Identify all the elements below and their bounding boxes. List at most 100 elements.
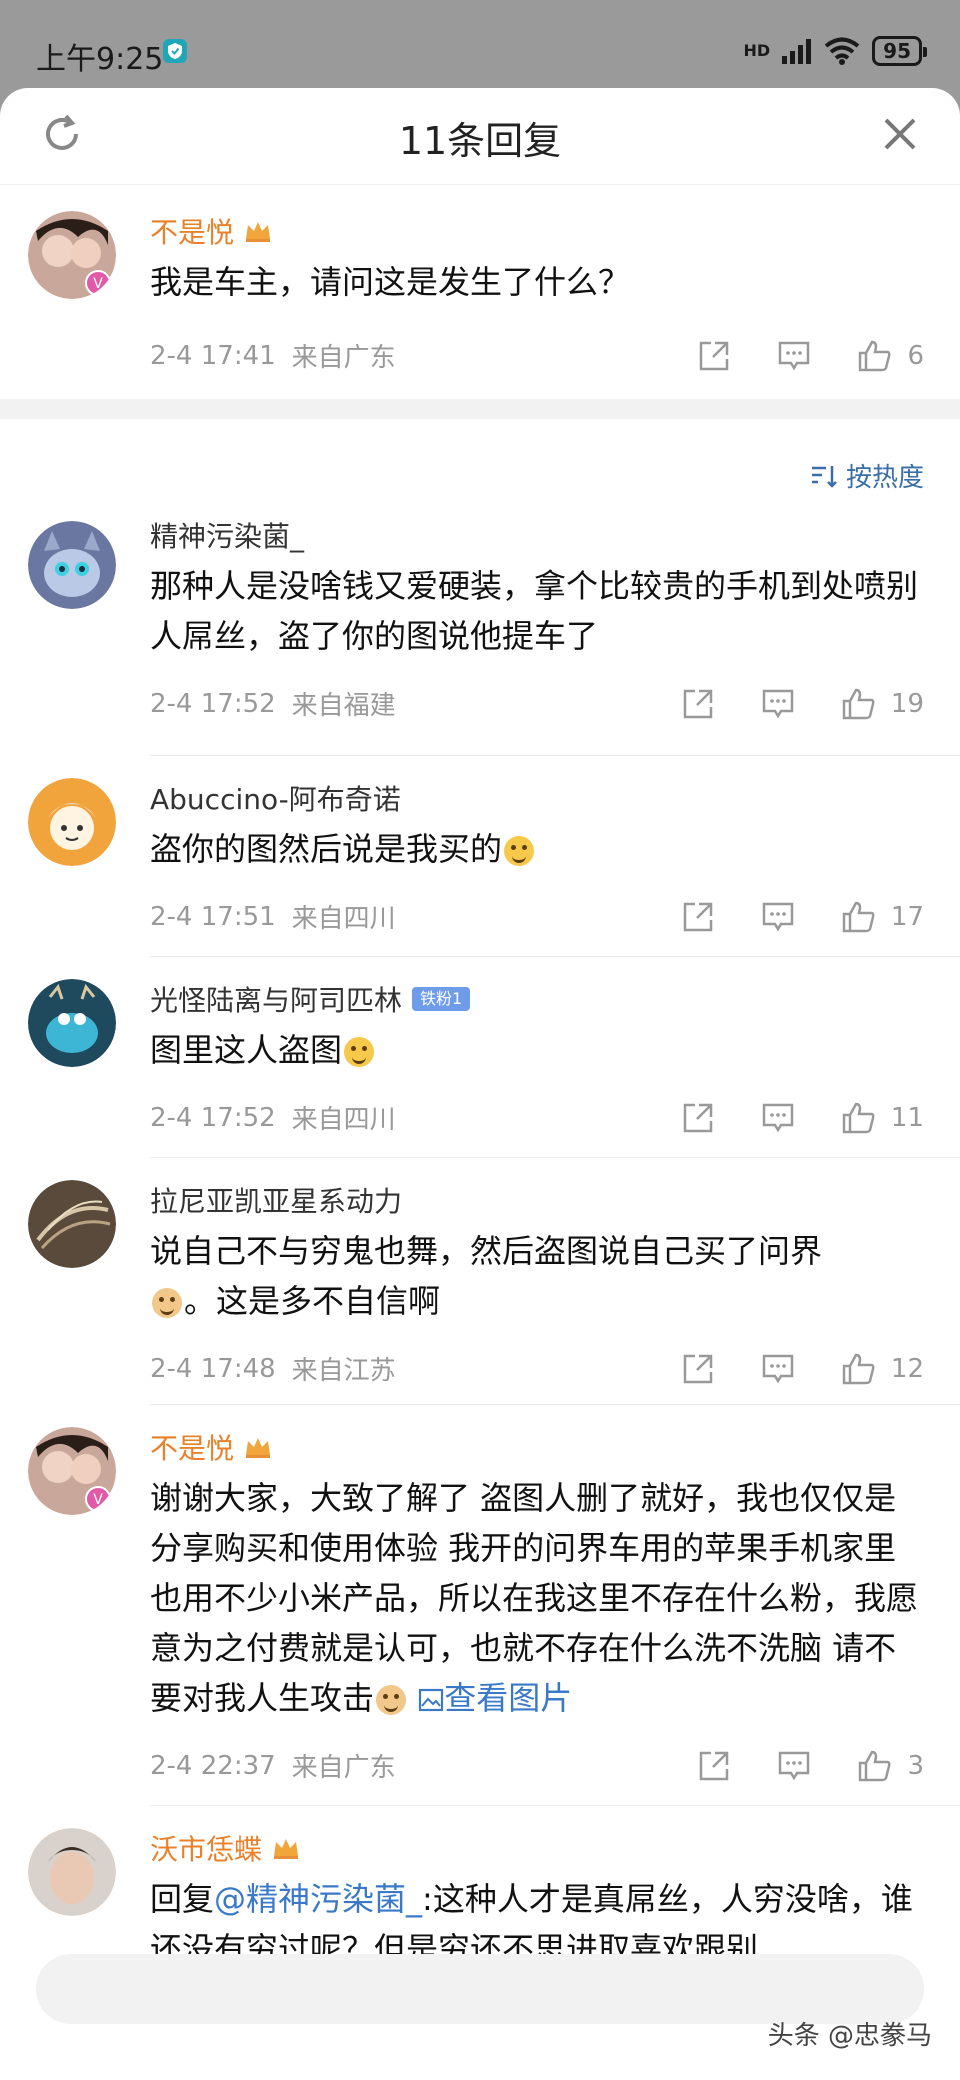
comment-username[interactable]: 光怪陆离与阿司匹林 铁粉1	[150, 979, 924, 1019]
username-text[interactable]: 不是悦	[150, 211, 234, 251]
comment-location: 来自四川	[291, 904, 396, 934]
avatar[interactable]	[28, 778, 116, 866]
comment-icon[interactable]	[761, 900, 795, 934]
thumbs-up-icon	[842, 901, 875, 932]
share-icon[interactable]	[681, 1101, 715, 1135]
username-text[interactable]: 拉尼亚凯亚星系动力	[150, 1180, 402, 1220]
comment-text: 图里这人盗图	[150, 1025, 924, 1075]
share-icon[interactable]	[697, 1749, 731, 1783]
avatar[interactable]: V	[28, 211, 116, 299]
like-button[interactable]: 11	[841, 1101, 924, 1135]
like-count: 6	[907, 340, 924, 371]
username-text[interactable]: Abuccino-阿布奇诺	[150, 778, 401, 818]
root-comment: V 不是悦 我是车主，请问这是发生了什么？ 2-4 17:41 来自广东 6	[0, 185, 960, 399]
share-icon[interactable]	[681, 1352, 715, 1386]
comment-icon[interactable]	[761, 1101, 795, 1135]
avatar[interactable]	[28, 979, 116, 1067]
replies-sheet: 11条回复 V 不是悦 我是车主，请问这是发生了什么？ 2-4 17:41 来自…	[0, 88, 960, 2080]
comment-text: 说自己不与穷鬼也舞，然后盗图说自己买了问界 。这是多不自信啊	[150, 1226, 924, 1326]
laugh-cry-emoji-icon	[504, 836, 535, 866]
svg-text:V: V	[93, 276, 103, 292]
username-text[interactable]: 沃市恁蝶	[150, 1828, 262, 1868]
username-text[interactable]: 精神污染菌_	[150, 515, 304, 555]
image-icon	[419, 1688, 444, 1712]
battery-indicator: 95	[872, 36, 927, 66]
comment-location: 来自广东	[291, 343, 396, 373]
username-text[interactable]: 不是悦	[150, 1427, 234, 1467]
comment-location: 来自四川	[291, 1105, 396, 1135]
thumbs-up-icon	[842, 688, 875, 719]
comment-username[interactable]: 拉尼亚凯亚星系动力	[150, 1180, 924, 1220]
view-image-link[interactable]: 查看图片	[418, 1679, 572, 1717]
avatar[interactable]	[28, 1180, 116, 1268]
sort-icon	[811, 465, 837, 488]
sheet-header: 11条回复	[0, 88, 960, 185]
comment-time: 2-4 17:41	[150, 340, 276, 371]
comment-icon[interactable]	[777, 339, 811, 373]
comment-icon[interactable]	[777, 1749, 811, 1783]
reply-input[interactable]	[36, 1954, 924, 2024]
status-icons: HD 95	[743, 36, 927, 66]
avatar[interactable]	[28, 521, 116, 609]
comment-icon[interactable]	[761, 1352, 795, 1386]
comment-username[interactable]: 精神污染菌_	[150, 515, 924, 555]
comment-time: 2-4 17:52	[150, 688, 276, 719]
avatar[interactable]	[28, 1828, 116, 1916]
reply-prefix: 回复	[150, 1880, 215, 1918]
view-image-label[interactable]: 查看图片	[444, 1679, 572, 1717]
sort-label: 按热度	[845, 463, 924, 493]
like-count: 17	[890, 901, 924, 932]
comment-text-body: 盗你的图然后说是我买的	[150, 830, 503, 868]
comment-text-body: 图里这人盗图	[150, 1031, 343, 1069]
share-icon[interactable]	[697, 339, 731, 373]
mention-link[interactable]: @精神污染菌_	[214, 1880, 422, 1918]
sort-row: 按热度	[0, 419, 960, 515]
crown-badge-icon	[246, 222, 271, 242]
share-icon[interactable]	[681, 687, 715, 721]
crown-badge-icon	[274, 1839, 299, 1859]
reply-item: V 不是悦 谢谢大家，大致了解了 盗图人删了就好，我也仅仅是分享购买和使用体验 …	[0, 1405, 960, 1805]
like-button[interactable]: 3	[857, 1749, 924, 1783]
reply-item: 精神污染菌_ 那种人是没啥钱又爱硬装，拿个比较贵的手机到处喷别人屌丝，盗了你的图…	[0, 515, 960, 755]
comment-username[interactable]: 不是悦	[150, 211, 924, 251]
thumbs-up-icon	[842, 1102, 875, 1133]
avatar[interactable]: V	[28, 1427, 116, 1515]
section-divider	[0, 399, 960, 419]
comment-text: 我是车主，请问这是发生了什么？	[150, 263, 631, 301]
comment-text: 盗你的图然后说是我买的	[150, 824, 924, 874]
page-title: 11条回复	[398, 119, 562, 163]
status-bar: 上午9:25 HD 95	[0, 0, 960, 100]
comment-icon[interactable]	[761, 687, 795, 721]
reply-item: Abuccino-阿布奇诺 盗你的图然后说是我买的 2-4 17:51 来自四川…	[0, 756, 960, 956]
comment-time: 2-4 17:51	[150, 901, 276, 932]
comment-location: 来自江苏	[291, 1356, 396, 1386]
thumbs-up-icon	[842, 1353, 875, 1384]
like-button[interactable]: 17	[841, 900, 924, 934]
wifi-icon	[824, 37, 860, 65]
laugh-cry-emoji-icon	[344, 1037, 375, 1067]
signal-icon	[782, 39, 812, 64]
comment-time: 2-4 22:37	[150, 1750, 276, 1781]
comment-username[interactable]: Abuccino-阿布奇诺	[150, 778, 924, 818]
comment-text-body: 说自己不与穷鬼也舞，然后盗图说自己买了问界	[150, 1232, 823, 1270]
like-button[interactable]: 19	[841, 687, 924, 721]
close-icon[interactable]	[878, 112, 922, 156]
like-count: 3	[907, 1750, 924, 1781]
thumbs-up-icon	[859, 340, 891, 371]
crown-badge-icon	[246, 1438, 271, 1458]
comment-username[interactable]: 不是悦	[150, 1427, 924, 1467]
fan-badge: 铁粉1	[412, 987, 471, 1011]
watermark: 头条 @忠豢马	[767, 2021, 932, 2051]
like-button[interactable]: 12	[841, 1352, 924, 1386]
share-icon[interactable]	[681, 900, 715, 934]
comment-username[interactable]: 沃市恁蝶	[150, 1828, 924, 1868]
comment-location: 来自广东	[291, 1753, 396, 1783]
like-button[interactable]: 6	[857, 339, 924, 373]
username-text[interactable]: 光怪陆离与阿司匹林	[150, 979, 402, 1019]
network-type: HD	[743, 41, 771, 60]
sort-button[interactable]: 按热度	[810, 457, 924, 494]
comment-location: 来自福建	[291, 691, 396, 721]
like-count: 11	[890, 1102, 924, 1133]
reply-item: 光怪陆离与阿司匹林 铁粉1 图里这人盗图 2-4 17:52 来自四川 11	[0, 957, 960, 1157]
doge-emoji-icon	[376, 1685, 407, 1715]
